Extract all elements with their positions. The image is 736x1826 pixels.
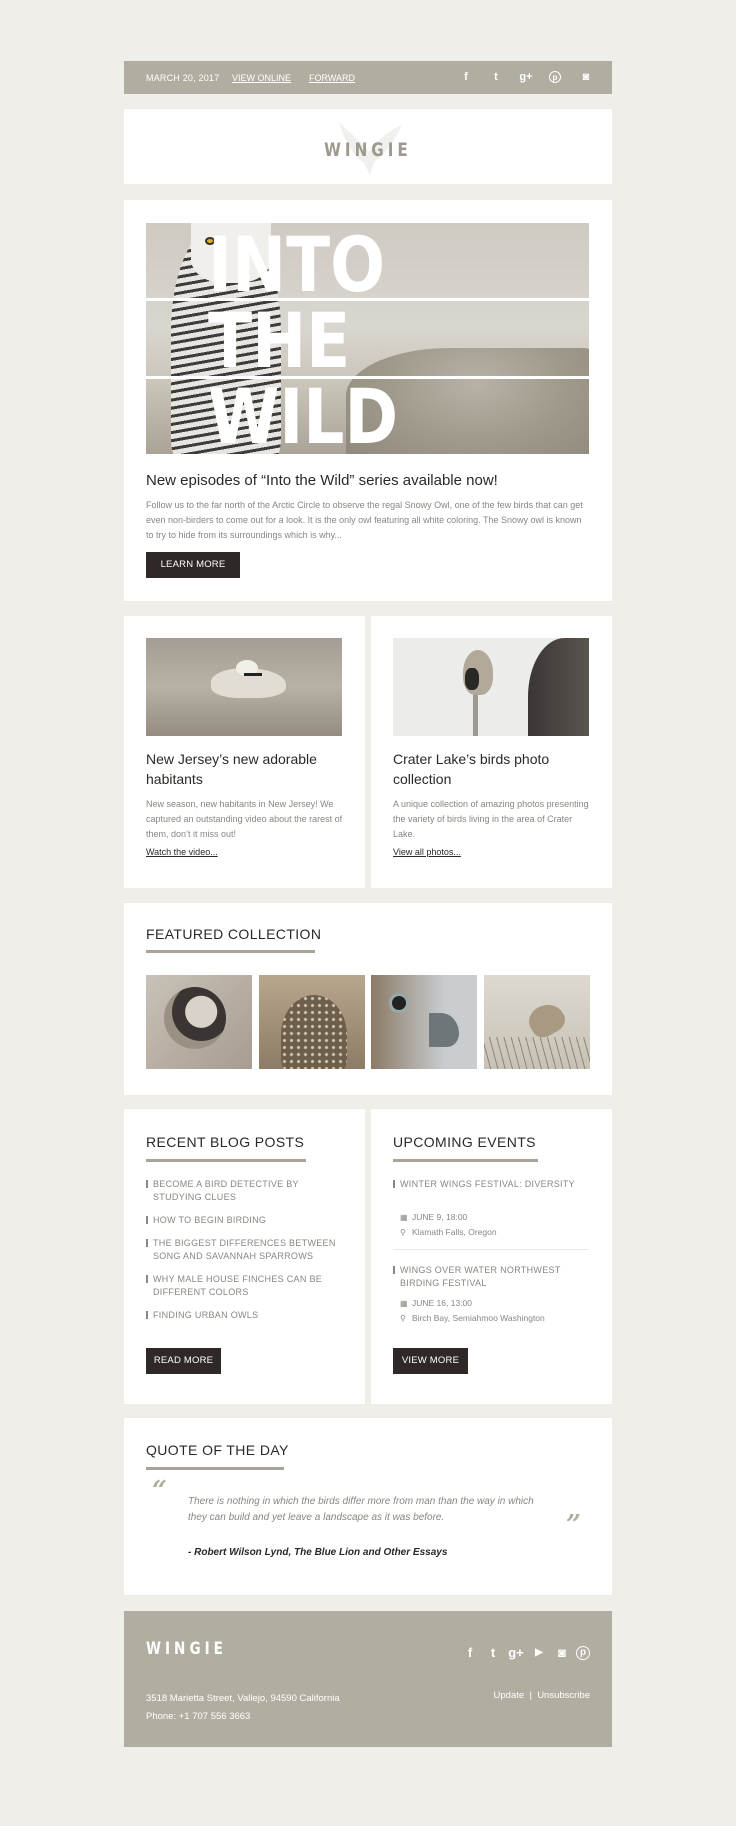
twitter-icon[interactable]: t (485, 1645, 501, 1661)
bird-shape (523, 998, 570, 1042)
article-title: Crater Lake’s birds photo collection (393, 751, 550, 787)
bird-wing-shape (465, 668, 479, 690)
title-underline (146, 950, 315, 953)
hero-word-the: THE (208, 296, 351, 385)
tree-trunk-shape (528, 638, 589, 736)
bird-shape (164, 987, 226, 1049)
blog-post-link[interactable]: WHY MALE HOUSE FINCHES CAN BE DIFFERENT … (146, 1273, 346, 1299)
quote-text: There is nothing in which the birds diff… (188, 1496, 534, 1523)
footer-address: 3518 Marietta Street, Vallejo, 94590 Cal… (146, 1693, 340, 1704)
divider (393, 1249, 589, 1250)
blog-post-link[interactable]: BECOME A BIRD DETECTIVE BY STUDYING CLUE… (146, 1178, 346, 1204)
google-plus-icon[interactable]: g+ (519, 70, 533, 84)
featured-photo-falcon[interactable] (371, 975, 477, 1069)
section-title: FEATURED COLLECTION (146, 926, 322, 942)
brand-logo[interactable]: WINGIE (173, 139, 563, 161)
issue-date: MARCH 20, 2017 (146, 73, 220, 83)
hero-image[interactable]: INTO THE WILD (146, 223, 589, 454)
hero-word-wild: WILD (208, 372, 399, 455)
beak-shape (429, 1013, 459, 1047)
footer-phone: Phone: +1 707 556 3663 (146, 1711, 251, 1722)
pinterest-icon[interactable]: p (576, 1646, 590, 1660)
section-title: RECENT BLOG POSTS (146, 1134, 305, 1150)
footer-contact: 3518 Marietta Street, Vallejo, 94590 Cal… (146, 1690, 340, 1726)
instagram-icon[interactable]: ◙ (554, 1645, 570, 1661)
footer-links: Update | Unsubscribe (494, 1690, 590, 1701)
read-more-button[interactable]: READ MORE (146, 1348, 221, 1374)
article-title: New Jersey’s new adorable habitants (146, 751, 317, 787)
owl-shape (281, 995, 347, 1069)
featured-photo-sparrow-branch[interactable] (484, 975, 590, 1069)
upcoming-events: UPCOMING EVENTS WINTER WINGS FESTIVAL: D… (371, 1109, 612, 1404)
event-title-link[interactable]: WINTER WINGS FESTIVAL: DIVERSITY (393, 1178, 593, 1191)
event-date-text: JUNE 16, 13:00 (412, 1298, 473, 1308)
open-quote-icon: “ (152, 1476, 167, 1506)
twitter-icon[interactable]: t (489, 70, 503, 84)
event-date: ▦ JUNE 16, 13:00 (400, 1298, 472, 1308)
article-body: New season, new habitants in New Jersey!… (146, 799, 343, 839)
event-location-text: Klamath Falls, Oregon (412, 1227, 497, 1237)
recent-blog-posts: RECENT BLOG POSTS BECOME A BIRD DETECTIV… (124, 1109, 365, 1404)
calendar-icon: ▦ (400, 1213, 408, 1222)
branch-shape (473, 693, 478, 736)
section-title: QUOTE OF THE DAY (146, 1442, 289, 1458)
top-bar: MARCH 20, 2017 VIEW ONLINE FORWARD f t g… (124, 61, 612, 94)
event-date-text: JUNE 9, 18:00 (412, 1212, 468, 1222)
featured-collection: FEATURED COLLECTION (124, 903, 612, 1095)
section-title: UPCOMING EVENTS (393, 1134, 536, 1150)
quote-of-the-day: QUOTE OF THE DAY “ There is nothing in w… (124, 1418, 612, 1595)
footer: WINGIE f t g+ ▶ ◙ p 3518 Marietta Street… (124, 1611, 612, 1747)
watch-video-link[interactable]: Watch the video... (146, 847, 218, 857)
article-card: Crater Lake’s birds photo collection A u… (371, 616, 612, 888)
event-location: ⚲ Birch Bay, Semiahmoo Washington (400, 1313, 545, 1323)
logo-header: WINGIE (124, 109, 612, 184)
blog-post-link[interactable]: HOW TO BEGIN BIRDING (146, 1214, 346, 1227)
footer-logo[interactable]: WINGIE (146, 1639, 227, 1659)
event-location: ⚲ Klamath Falls, Oregon (400, 1227, 497, 1237)
branches-shape (484, 1037, 590, 1069)
forward-link[interactable]: FORWARD (309, 73, 355, 83)
youtube-icon[interactable]: ▶ (531, 1645, 547, 1661)
location-pin-icon: ⚲ (400, 1314, 406, 1323)
bird-collar-shape (244, 673, 262, 676)
title-underline (146, 1159, 306, 1162)
quote-author: - Robert Wilson Lynd, The Blue Lion and … (188, 1547, 448, 1558)
unsubscribe-link[interactable]: Unsubscribe (537, 1690, 590, 1701)
nutcracker-image[interactable] (393, 638, 589, 736)
location-pin-icon: ⚲ (400, 1228, 406, 1237)
instagram-icon[interactable]: ◙ (579, 70, 593, 84)
view-all-photos-link[interactable]: View all photos... (393, 847, 461, 857)
hero-title: New episodes of “Into the Wild” series a… (146, 472, 498, 489)
plover-image[interactable] (146, 638, 342, 736)
blog-post-link[interactable]: FINDING URBAN OWLS (146, 1309, 346, 1322)
article-card: New Jersey’s new adorable habitants New … (124, 616, 365, 888)
article-body: A unique collection of amazing photos pr… (393, 799, 589, 839)
title-underline (393, 1159, 538, 1162)
pinterest-icon[interactable]: p (549, 71, 561, 83)
view-online-link[interactable]: VIEW ONLINE (232, 73, 291, 83)
event-date: ▦ JUNE 9, 18:00 (400, 1212, 467, 1222)
title-underline (146, 1467, 284, 1470)
event-location-text: Birch Bay, Semiahmoo Washington (412, 1313, 545, 1323)
update-link[interactable]: Update (494, 1690, 525, 1701)
blog-post-link[interactable]: THE BIGGEST DIFFERENCES BETWEEN SONG AND… (146, 1237, 346, 1263)
hero-section: INTO THE WILD New episodes of “Into the … (124, 200, 612, 601)
facebook-icon[interactable]: f (462, 1645, 478, 1661)
learn-more-button[interactable]: LEARN MORE (146, 552, 240, 578)
calendar-icon: ▦ (400, 1299, 408, 1308)
hero-body: Follow us to the far north of the Arctic… (146, 500, 583, 540)
close-quote-icon: ” (566, 1510, 581, 1540)
event-title-link[interactable]: WINGS OVER WATER NORTHWEST BIRDING FESTI… (393, 1264, 593, 1290)
facebook-icon[interactable]: f (459, 70, 473, 84)
eye-shape (389, 993, 409, 1013)
featured-photo-sparrow[interactable] (146, 975, 252, 1069)
google-plus-icon[interactable]: g+ (508, 1645, 524, 1661)
link-separator: | (529, 1690, 532, 1701)
featured-photo-owl[interactable] (259, 975, 365, 1069)
hero-word-into: INTO (208, 223, 386, 309)
view-more-button[interactable]: VIEW MORE (393, 1348, 468, 1374)
